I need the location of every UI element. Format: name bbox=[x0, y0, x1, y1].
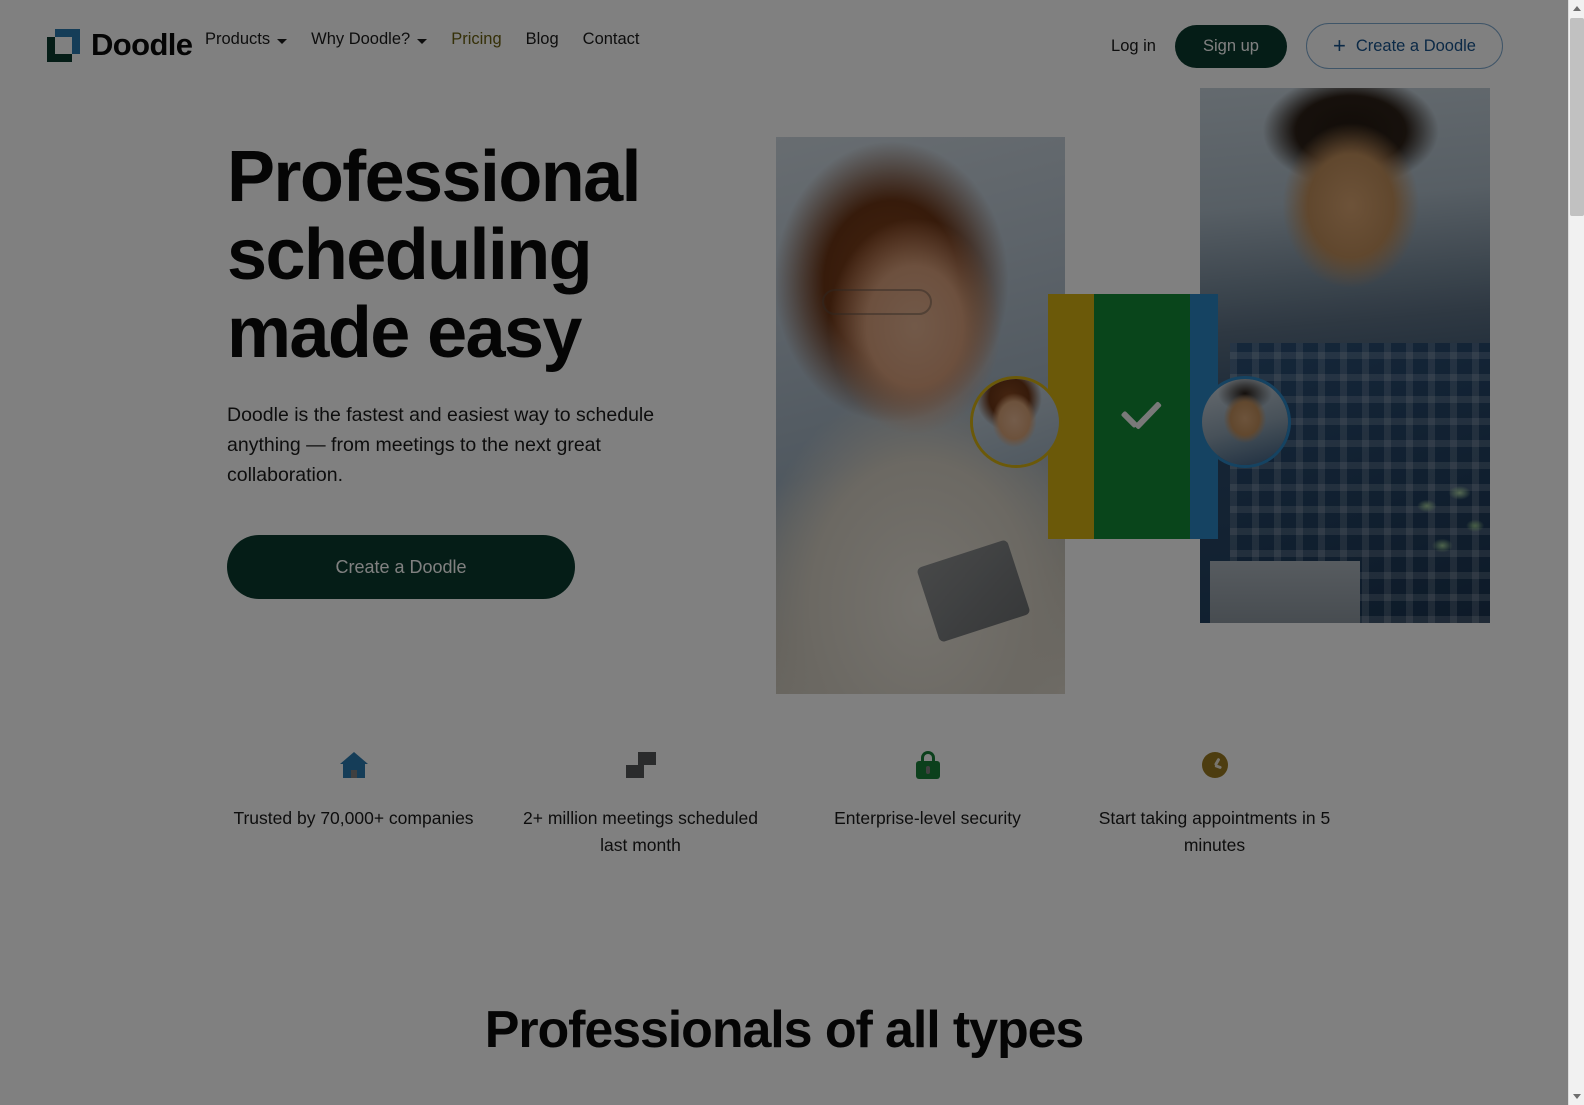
nav-label: Blog bbox=[525, 30, 559, 48]
trust-label: Trusted by 70,000+ companies bbox=[233, 808, 474, 828]
clock-icon bbox=[1087, 745, 1342, 785]
signup-button[interactable]: Sign up bbox=[1175, 24, 1287, 68]
scroll-up-arrow-icon[interactable] bbox=[1569, 0, 1584, 17]
doodle-squares-logo-icon bbox=[47, 28, 80, 62]
create-doodle-button-header[interactable]: + Create a Doodle bbox=[1305, 23, 1503, 69]
overlapping-squares-icon bbox=[513, 745, 768, 785]
nav-label: Products bbox=[205, 30, 271, 48]
laptop-detail bbox=[1210, 561, 1360, 623]
header-actions: Log in Sign up + Create a Doodle bbox=[1111, 23, 1503, 69]
avatar-man bbox=[1199, 376, 1291, 468]
trust-item-security: Enterprise-level security bbox=[784, 745, 1071, 859]
nav-item-pricing[interactable]: Pricing bbox=[451, 30, 501, 49]
hero-section: Professional scheduling made easy Doodle… bbox=[0, 88, 1568, 718]
site-logo[interactable]: Doodle bbox=[47, 27, 193, 63]
login-link[interactable]: Log in bbox=[1111, 37, 1156, 56]
nav-item-why-doodle[interactable]: Why Doodle? bbox=[311, 30, 428, 49]
logo-text: Doodle bbox=[91, 27, 193, 62]
hero-image-collage bbox=[776, 88, 1506, 718]
trust-indicators-bar: Trusted by 70,000+ companies 2+ million … bbox=[0, 745, 1568, 859]
hero-copy: Professional scheduling made easy Doodle… bbox=[227, 138, 747, 599]
band-green bbox=[1094, 294, 1190, 539]
trust-item-appointments: Start taking appointments in 5 minutes bbox=[1071, 745, 1358, 859]
nav-item-blog[interactable]: Blog bbox=[526, 30, 559, 49]
chevron-down-icon bbox=[277, 39, 288, 44]
hero-title: Professional scheduling made easy bbox=[227, 137, 642, 373]
lock-icon bbox=[800, 745, 1055, 785]
create-doodle-label: Create a Doodle bbox=[1355, 36, 1476, 55]
scrollbar-thumb[interactable] bbox=[1570, 18, 1584, 216]
color-band-block bbox=[1048, 294, 1218, 539]
trust-label: 2+ million meetings scheduled last month bbox=[523, 808, 758, 855]
nav-item-products[interactable]: Products bbox=[205, 30, 288, 49]
section-title: Professionals of all types bbox=[484, 1001, 1085, 1059]
nav-label: Pricing bbox=[451, 30, 502, 48]
main-navigation: Products Why Doodle? Pricing Blog Contac… bbox=[205, 30, 664, 49]
trust-item-companies: Trusted by 70,000+ companies bbox=[210, 745, 497, 859]
vertical-scrollbar[interactable] bbox=[1568, 0, 1584, 1105]
plant-detail bbox=[1408, 473, 1490, 583]
site-header: Doodle Products Why Doodle? Pricing Blog… bbox=[0, 0, 1568, 88]
hero-subtitle: Doodle is the fastest and easiest way to… bbox=[227, 404, 655, 486]
scroll-down-arrow-icon[interactable] bbox=[1569, 1088, 1584, 1105]
avatar-woman bbox=[970, 376, 1062, 468]
checkmark-icon bbox=[1120, 403, 1164, 429]
home-icon bbox=[226, 745, 481, 785]
plus-icon: + bbox=[1332, 33, 1346, 58]
create-doodle-button-hero[interactable]: Create a Doodle bbox=[227, 535, 575, 599]
trust-item-meetings: 2+ million meetings scheduled last month bbox=[497, 745, 784, 859]
eyeglasses-detail bbox=[822, 289, 932, 315]
trust-label: Enterprise-level security bbox=[834, 808, 1021, 828]
chevron-down-icon bbox=[417, 39, 428, 44]
nav-item-contact[interactable]: Contact bbox=[583, 30, 640, 49]
browser-viewport: Doodle Products Why Doodle? Pricing Blog… bbox=[0, 0, 1568, 1105]
nav-label: Why Doodle? bbox=[311, 30, 411, 48]
professionals-section: Professionals of all types bbox=[0, 1000, 1568, 1060]
trust-label: Start taking appointments in 5 minutes bbox=[1098, 808, 1331, 855]
hero-photo-man bbox=[1200, 88, 1490, 623]
nav-label: Contact bbox=[582, 30, 640, 48]
